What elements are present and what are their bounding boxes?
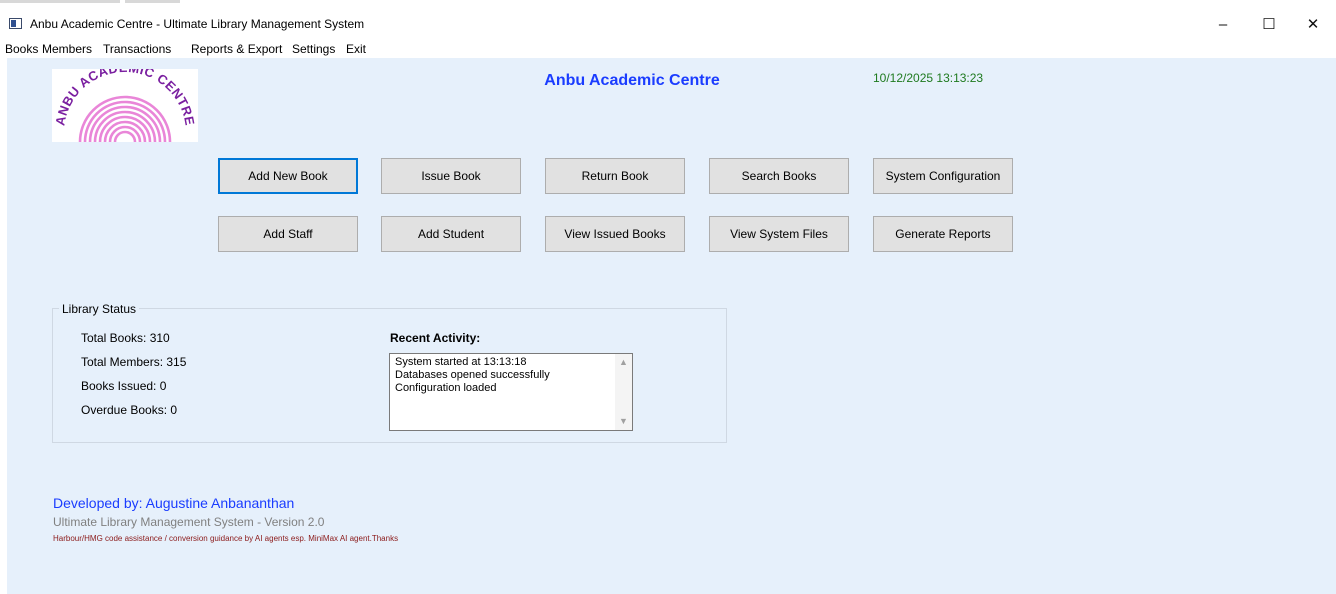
activity-scrollbar[interactable]: ▲ ▼ (615, 354, 632, 430)
generate-reports-button[interactable]: Generate Reports (873, 216, 1013, 252)
datetime-display: 10/12/2025 13:13:23 (873, 71, 984, 85)
view-system-files-button[interactable]: View System Files (709, 216, 849, 252)
main-panel: ANBU ACADEMIC CENTRE Anbu Academic Centr… (7, 58, 1336, 594)
logo: ANBU ACADEMIC CENTRE (52, 60, 198, 143)
header-title: Anbu Academic Centre (544, 72, 720, 89)
developer-credit: Developed by: Augustine Anbananthan (53, 495, 295, 511)
search-books-button[interactable]: Search Books (709, 158, 849, 194)
total-books-stat: Total Books: 310 (81, 331, 170, 345)
view-issued-books-button[interactable]: View Issued Books (545, 216, 685, 252)
activity-line: Databases opened successfully (395, 369, 550, 381)
scroll-up-icon[interactable]: ▲ (615, 354, 632, 371)
menu-settings[interactable]: Settings (292, 42, 335, 56)
minimize-button[interactable]: – (1200, 12, 1246, 38)
app-icon (9, 18, 22, 29)
add-student-button[interactable]: Add Student (381, 216, 521, 252)
maximize-button[interactable]: ☐ (1246, 12, 1292, 38)
recent-activity-label: Recent Activity: (390, 331, 481, 345)
window-title: Anbu Academic Centre - Ultimate Library … (30, 17, 365, 31)
title-bar[interactable]: Anbu Academic Centre - Ultimate Library … (0, 12, 1336, 38)
add-staff-button[interactable]: Add Staff (218, 216, 358, 252)
menu-exit[interactable]: Exit (346, 42, 366, 56)
menu-bar: Books Members Transactions Reports & Exp… (0, 38, 1336, 58)
menu-members[interactable]: Members (42, 42, 92, 56)
library-status-label: Library Status (59, 302, 140, 316)
scroll-down-icon[interactable]: ▼ (615, 413, 632, 430)
books-issued-stat: Books Issued: 0 (81, 379, 167, 393)
overdue-books-stat: Overdue Books: 0 (81, 403, 178, 417)
taskbar-fragment (125, 0, 180, 3)
menu-books[interactable]: Books (5, 42, 38, 56)
return-book-button[interactable]: Return Book (545, 158, 685, 194)
total-members-stat: Total Members: 315 (81, 355, 187, 369)
issue-book-button[interactable]: Issue Book (381, 158, 521, 194)
taskbar-fragment (0, 0, 120, 3)
assistance-credit: Harbour/HMG code assistance / conversion… (53, 534, 399, 543)
recent-activity-textarea[interactable]: System started at 13:13:18 Databases ope… (389, 353, 633, 431)
top-strip (0, 0, 1336, 12)
menu-transactions[interactable]: Transactions (103, 42, 171, 56)
system-configuration-button[interactable]: System Configuration (873, 158, 1013, 194)
activity-line: System started at 13:13:18 (395, 356, 527, 368)
menu-reports-export[interactable]: Reports & Export (191, 42, 282, 56)
add-new-book-button[interactable]: Add New Book (218, 158, 358, 194)
activity-line: Configuration loaded (395, 382, 497, 394)
close-button[interactable]: ✕ (1290, 12, 1336, 38)
version-text: Ultimate Library Management System - Ver… (53, 515, 325, 529)
